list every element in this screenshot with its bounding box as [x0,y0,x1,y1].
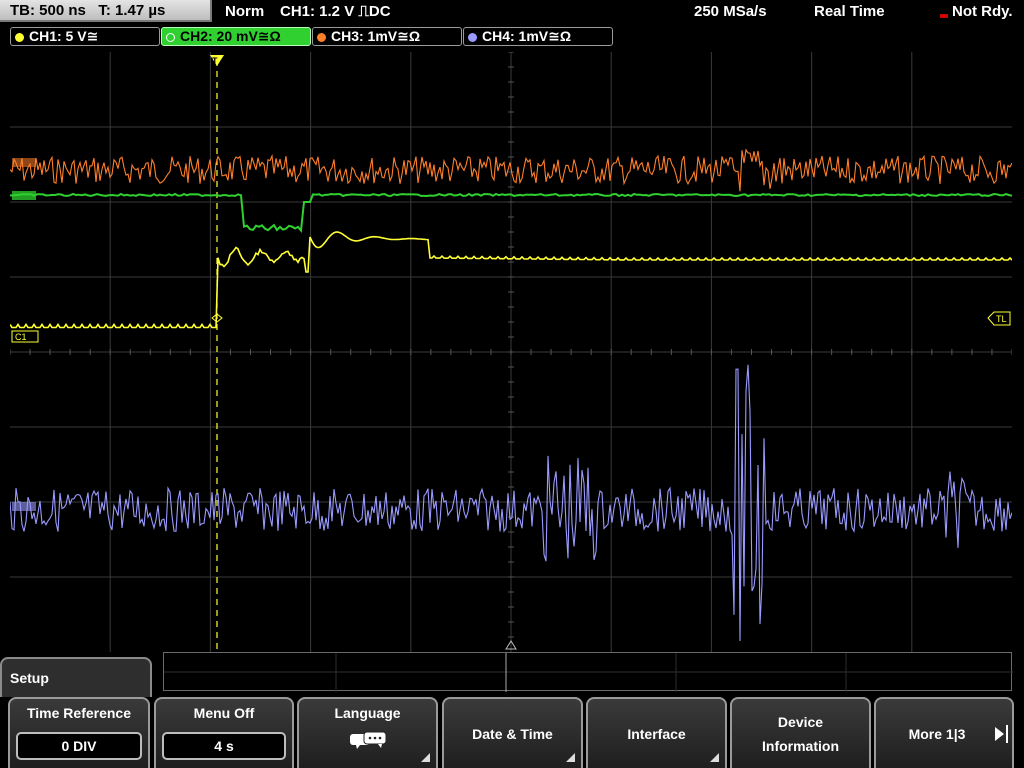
trigger-info[interactable]: CH1: 1.2 V ⎍DC [280,0,391,24]
sample-rate: 250 MSa/s [694,3,767,20]
ch4-color-dot-icon [468,33,477,42]
ch3-offset-marker-icon[interactable] [12,158,36,167]
device-information-softkey[interactable]: Device Information [730,697,871,768]
ch1-offset-marker[interactable]: C1 [11,330,39,343]
channel-tab-ch1[interactable]: CH1: 5 V≅ [10,27,160,46]
trigger-position-label: T [212,56,218,66]
time-reference-softkey[interactable]: Time Reference 0 DIV [8,697,150,768]
interface-softkey[interactable]: Interface [586,697,727,768]
status-bar: TB: 500 ns T: 1.47 µs Norm CH1: 1.2 V ⎍D… [0,0,1024,24]
ch1-label: CH1: 5 V≅ [29,28,99,44]
channel-tab-ch4[interactable]: CH4: 1mV≅Ω [463,27,613,46]
waveform-display[interactable]: T C1 TL [10,52,1012,652]
submenu-corner-icon [566,753,575,762]
acquisition-state: Not Rdy. [952,3,1013,20]
zoom-strip-grid [164,653,1013,692]
date-time-label: Date & Time [472,725,553,742]
ch3-label: CH3: 1mV≅Ω [331,28,421,44]
channel-tabs: CH1: 5 V≅ CH2: 20 mV≅Ω CH3: 1mV≅Ω CH4: 1… [0,26,1024,48]
acquisition-mode: Real Time [814,3,885,20]
menu-off-label: Menu Off [193,705,255,721]
waveform-canvas: T C1 TL [10,52,1012,652]
state-indicator-icon [940,14,948,18]
channel-tab-ch2[interactable]: CH2: 20 mV≅Ω [161,27,311,46]
timebase-value: TB: 500 ns [10,2,86,19]
trigger-level-marker[interactable]: TL [987,311,1011,326]
menu-off-softkey[interactable]: Menu Off 4 s [154,697,294,768]
menu-title-setup: Setup [0,657,152,697]
next-page-bar-icon [1006,725,1008,743]
trigger-time-value: T: 1.47 µs [98,2,166,19]
device-information-label-1: Device [777,713,824,730]
language-label: Language [334,705,401,721]
more-softkey[interactable]: More 1|3 [874,697,1014,768]
ch1-offset-label: C1 [15,332,27,342]
device-information-label-2: Information [762,737,839,754]
interface-label: Interface [627,725,686,742]
menu-off-value: 4 s [162,732,286,760]
date-time-softkey[interactable]: Date & Time [442,697,583,768]
ch2-offset-marker-icon[interactable] [12,191,36,200]
ch2-label: CH2: 20 mV≅Ω [180,28,281,44]
language-softkey[interactable]: Language [297,697,438,768]
timebase-box[interactable]: TB: 500 ns T: 1.47 µs [0,0,212,22]
ch1-color-dot-icon [15,33,24,42]
speech-bubbles-icon [299,731,436,756]
graticule [10,52,1012,652]
time-reference-value: 0 DIV [16,732,142,760]
time-reference-label: Time Reference [26,705,131,721]
ch3-color-dot-icon [317,33,326,42]
submenu-corner-icon [421,753,430,762]
next-page-arrow-icon [995,727,1004,741]
submenu-corner-icon [710,753,719,762]
ch2-color-dot-icon [166,33,175,42]
trigger-mode[interactable]: Norm [225,0,264,24]
ch4-offset-marker-icon[interactable] [12,502,36,511]
zoom-strip [163,652,1013,692]
more-label: More 1|3 [908,725,966,742]
channel-tab-ch3[interactable]: CH3: 1mV≅Ω [312,27,462,46]
ch4-label: CH4: 1mV≅Ω [482,28,572,44]
trigger-level-label: TL [996,314,1007,324]
